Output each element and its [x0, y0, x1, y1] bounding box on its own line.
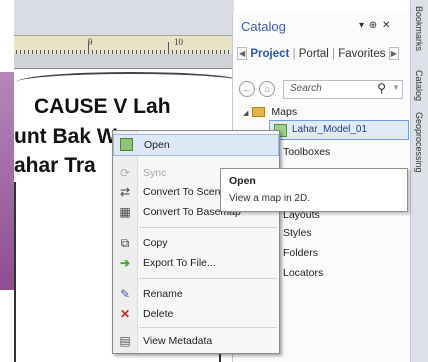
- horizontal-ruler: 9 10: [14, 35, 234, 55]
- home-icon[interactable]: ⌂: [259, 81, 275, 97]
- layout-margin: [14, 54, 234, 68]
- tooltip-title: Open: [229, 175, 256, 187]
- side-tab-catalog[interactable]: Catalog: [414, 70, 424, 101]
- tab-divider: |: [332, 47, 336, 60]
- tree-node-locators[interactable]: Locators: [283, 267, 323, 279]
- menu-item-copy[interactable]: ⧉ Copy: [113, 233, 279, 253]
- tree-node-label: Maps: [271, 106, 298, 118]
- metadata-icon: ▤: [119, 334, 131, 348]
- menu-item-open[interactable]: Open: [113, 134, 279, 156]
- menu-separator: [139, 227, 277, 228]
- export-arrow-icon: ➔: [119, 256, 131, 270]
- menu-item-label: Export To File...: [143, 257, 216, 269]
- copy-icon: ⧉: [120, 236, 130, 250]
- catalog-tabs: ◀ Project | Portal | Favorites ▶: [237, 47, 409, 69]
- tab-favorites[interactable]: Favorites: [338, 48, 385, 60]
- open-map-icon: [119, 138, 133, 152]
- menu-item-label: Rename: [143, 288, 183, 300]
- map-title-line: ahar Tra: [14, 154, 96, 177]
- map-title-line: unt Bak Wa: [14, 125, 128, 148]
- side-tab-strip: Bookmarks Catalog Geoprocessing: [410, 0, 428, 362]
- side-tab-geoprocessing[interactable]: Geoprocessing: [414, 112, 424, 173]
- menu-separator: [139, 278, 277, 279]
- tree-node-toolboxes[interactable]: Toolboxes: [283, 146, 330, 158]
- tree-item-lahar-map[interactable]: Lahar_Model_01: [269, 120, 409, 140]
- ruler-tick: [88, 42, 89, 54]
- menu-item-delete[interactable]: ✕ Delete: [113, 304, 279, 324]
- left-accent-band: [0, 72, 14, 290]
- tooltip: Open View a map in 2D.: [220, 168, 408, 212]
- convert-basemap-icon: ▦: [119, 205, 131, 219]
- tree-node-maps[interactable]: ◢ Maps: [243, 106, 297, 118]
- tree-node-folders[interactable]: Folders: [283, 247, 318, 259]
- context-menu: Open ⟳ Sync ⇄ Convert To Scene ▦ Convert…: [112, 130, 280, 354]
- menu-item-label: Sync: [143, 167, 167, 179]
- ruler-tick: [168, 42, 169, 54]
- menu-item-label: Convert To Scene: [143, 186, 227, 198]
- catalog-search-row: ← ⌂ Search ⚲ ▼: [237, 79, 409, 101]
- back-arrow-icon[interactable]: ←: [239, 81, 255, 97]
- tab-portal[interactable]: Portal: [299, 48, 329, 60]
- menu-item-label: View Metadata: [143, 335, 213, 347]
- side-tab-bookmarks[interactable]: Bookmarks: [414, 6, 424, 51]
- expand-triangle-icon[interactable]: ◢: [243, 110, 248, 117]
- map-title-line: CAUSE V Lah: [34, 95, 171, 118]
- tab-project[interactable]: Project: [250, 48, 289, 60]
- catalog-title: Catalog: [241, 19, 286, 34]
- menu-item-label: Open: [144, 139, 170, 151]
- search-placeholder: Search: [290, 83, 322, 94]
- tree-node-styles[interactable]: Styles: [283, 227, 312, 239]
- menu-item-label: Copy: [143, 237, 168, 249]
- search-input[interactable]: Search ⚲ ▼: [283, 80, 403, 99]
- tooltip-body: View a map in 2D.: [229, 193, 310, 204]
- tree-item-label: Lahar_Model_01: [292, 124, 368, 135]
- tab-divider: |: [292, 47, 296, 60]
- menu-item-label: Delete: [143, 308, 174, 320]
- ruler-label: 10: [174, 37, 183, 47]
- menu-separator: [139, 327, 277, 328]
- convert-scene-icon: ⇄: [119, 185, 131, 199]
- pane-window-controls[interactable]: ▾ ⊕ ✕: [359, 20, 391, 31]
- rename-pencil-icon: ✎: [119, 287, 131, 301]
- menu-item-view-metadata[interactable]: ▤ View Metadata: [113, 331, 279, 351]
- folder-icon: [252, 107, 266, 118]
- search-icon[interactable]: ⚲: [377, 81, 386, 95]
- map-view-top-frame: [14, 0, 234, 35]
- tabs-scroll-right-icon[interactable]: ▶: [388, 47, 399, 60]
- delete-x-icon: ✕: [119, 307, 131, 321]
- map-frame-border: [14, 182, 17, 362]
- menu-item-rename[interactable]: ✎ Rename: [113, 284, 279, 304]
- sync-icon: ⟳: [119, 166, 131, 180]
- chevron-down-icon[interactable]: ▼: [392, 83, 400, 92]
- tabs-scroll-left-icon[interactable]: ◀: [237, 47, 248, 60]
- menu-item-export[interactable]: ➔ Export To File...: [113, 253, 279, 273]
